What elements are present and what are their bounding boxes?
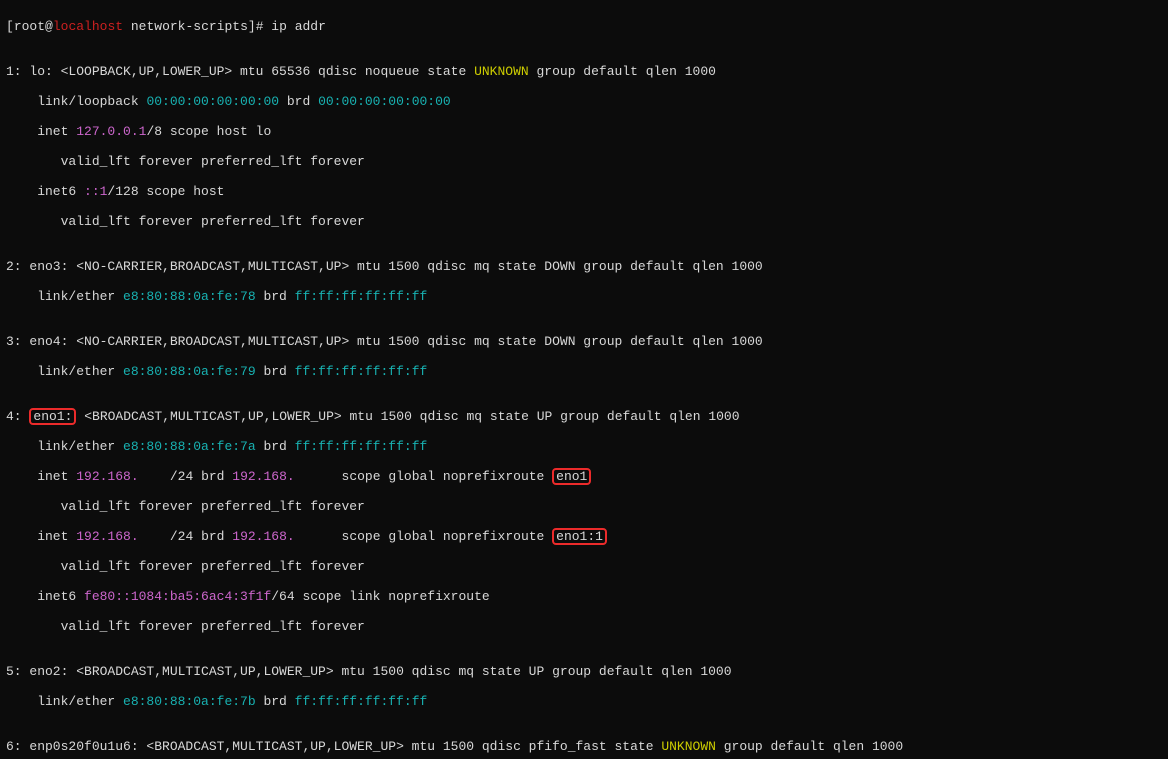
iface-enp: 6: enp0s20f0u1u6: <BROADCAST,MULTICAST,U… bbox=[6, 739, 1162, 754]
terminal-output[interactable]: [root@localhost network-scripts]# ip add… bbox=[0, 0, 1168, 759]
iface-eno4: 3: eno4: <NO-CARRIER,BROADCAST,MULTICAST… bbox=[6, 334, 1162, 349]
eno1-inet6: inet6 fe80::1084:ba5:6ac4:3f1f/64 scope … bbox=[6, 589, 1162, 604]
eno1-inet1: inet 192.168. /24 brd 192.168. scope glo… bbox=[6, 469, 1162, 484]
eno1-valid2: valid_lft forever preferred_lft forever bbox=[6, 559, 1162, 574]
iface-eno2: 5: eno2: <BROADCAST,MULTICAST,UP,LOWER_U… bbox=[6, 664, 1162, 679]
highlight-eno1-name: eno1: bbox=[29, 408, 76, 425]
lo-link: link/loopback 00:00:00:00:00:00 brd 00:0… bbox=[6, 94, 1162, 109]
eno4-link: link/ether e8:80:88:0a:fe:79 brd ff:ff:f… bbox=[6, 364, 1162, 379]
iface-eno3: 2: eno3: <NO-CARRIER,BROADCAST,MULTICAST… bbox=[6, 259, 1162, 274]
eno2-link: link/ether e8:80:88:0a:fe:7b brd ff:ff:f… bbox=[6, 694, 1162, 709]
eno1-inet2: inet 192.168. /24 brd 192.168. scope glo… bbox=[6, 529, 1162, 544]
lo-valid2: valid_lft forever preferred_lft forever bbox=[6, 214, 1162, 229]
prompt-line: [root@localhost network-scripts]# ip add… bbox=[6, 19, 1162, 34]
highlight-eno1-1-label: eno1:1 bbox=[552, 528, 607, 545]
eno1-valid3: valid_lft forever preferred_lft forever bbox=[6, 619, 1162, 634]
lo-inet: inet 127.0.0.1/8 scope host lo bbox=[6, 124, 1162, 139]
eno1-link: link/ether e8:80:88:0a:fe:7a brd ff:ff:f… bbox=[6, 439, 1162, 454]
lo-valid: valid_lft forever preferred_lft forever bbox=[6, 154, 1162, 169]
highlight-eno1-label: eno1 bbox=[552, 468, 591, 485]
eno3-link: link/ether e8:80:88:0a:fe:78 brd ff:ff:f… bbox=[6, 289, 1162, 304]
iface-lo: 1: lo: <LOOPBACK,UP,LOWER_UP> mtu 65536 … bbox=[6, 64, 1162, 79]
lo-inet6: inet6 ::1/128 scope host bbox=[6, 184, 1162, 199]
eno1-valid1: valid_lft forever preferred_lft forever bbox=[6, 499, 1162, 514]
iface-eno1: 4: eno1: <BROADCAST,MULTICAST,UP,LOWER_U… bbox=[6, 409, 1162, 424]
